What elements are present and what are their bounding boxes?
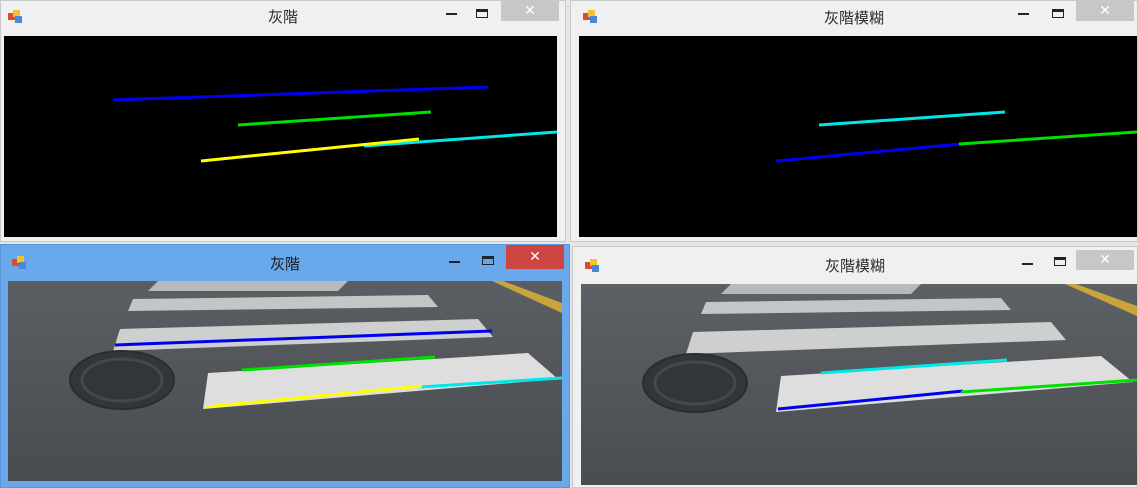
minimize-icon (448, 261, 460, 263)
close-button[interactable]: ✕ (506, 245, 564, 269)
lane-line-cyan (363, 130, 557, 148)
minimize-icon (445, 13, 457, 15)
lane-line-green (237, 110, 432, 127)
lane-lines-canvas (4, 36, 557, 237)
lane-lines-drawing (112, 85, 557, 163)
maximize-button[interactable] (1047, 251, 1073, 271)
lane-line-blue (112, 85, 489, 102)
close-icon: ✕ (529, 249, 541, 265)
road-photo-with-lanes (581, 284, 1137, 485)
crosswalk-stripe (148, 281, 348, 291)
minimize-icon (1021, 263, 1033, 265)
app-icon[interactable] (584, 257, 600, 273)
app-icon[interactable] (7, 8, 23, 24)
minimize-button[interactable] (441, 249, 467, 269)
app-icon[interactable] (582, 8, 598, 24)
window-grayscale-blur-bottom: 灰階模糊 ✕ (572, 246, 1138, 488)
maximize-button[interactable] (1045, 3, 1071, 23)
close-icon: ✕ (1099, 252, 1111, 268)
title-bar[interactable]: 灰階模糊 ✕ (571, 1, 1137, 31)
lane-lines-drawing (775, 110, 1137, 163)
maximize-icon (476, 8, 488, 18)
minimize-button[interactable] (1014, 251, 1040, 271)
minimize-icon (1017, 13, 1029, 15)
title-bar[interactable]: 灰階 ✕ (1, 1, 565, 31)
close-icon: ✕ (1099, 3, 1111, 19)
maximize-icon (1052, 8, 1064, 18)
maximize-button[interactable] (469, 3, 495, 23)
lane-line-cyan (818, 110, 1006, 127)
lane-line-green (958, 130, 1137, 146)
road-photo-drawing (8, 281, 562, 481)
title-bar[interactable]: 灰階 ✕ (1, 245, 569, 275)
close-button[interactable]: ✕ (1076, 1, 1134, 21)
maximize-icon (1054, 256, 1066, 266)
maximize-button[interactable] (475, 250, 501, 270)
crosswalk-stripe (721, 284, 921, 294)
road-photo-drawing (581, 284, 1137, 485)
window-grayscale-top: 灰階 ✕ (0, 0, 566, 242)
road-photo-with-lanes (8, 281, 562, 481)
close-icon: ✕ (524, 3, 536, 19)
minimize-button[interactable] (438, 1, 464, 21)
lane-line-yellow (200, 137, 420, 163)
lane-lines-canvas (579, 36, 1137, 237)
title-bar[interactable]: 灰階模糊 ✕ (573, 247, 1137, 277)
close-button[interactable]: ✕ (1076, 250, 1134, 270)
lane-line-blue (775, 142, 962, 163)
window-grayscale-blur-top: 灰階模糊 ✕ (570, 0, 1138, 242)
app-icon[interactable] (11, 254, 27, 270)
minimize-button[interactable] (1010, 1, 1036, 21)
window-grayscale-bottom: 灰階 ✕ (0, 244, 570, 488)
close-button[interactable]: ✕ (501, 1, 559, 21)
maximize-icon (482, 255, 494, 265)
